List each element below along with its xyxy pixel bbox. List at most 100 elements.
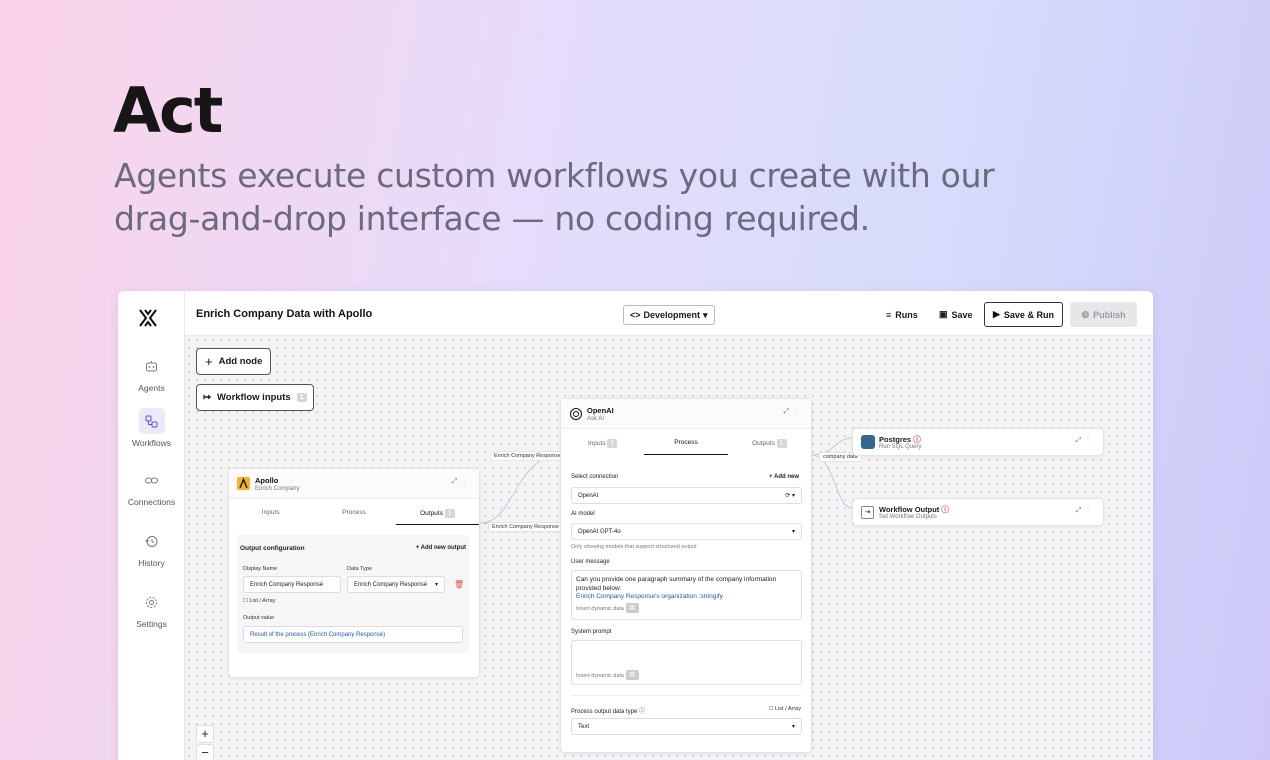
save-button[interactable]: ▣ Save: [931, 302, 981, 327]
node-subtitle: Run SQL Query: [879, 444, 922, 450]
tab-process[interactable]: Process: [644, 429, 728, 455]
output-value-field[interactable]: Result of the process (Enrich Company Re…: [243, 626, 463, 643]
section-title: Output configuration: [240, 545, 305, 552]
node-title: OpenAI: [587, 406, 614, 415]
node-actions[interactable]: ⤢⋮: [1076, 507, 1095, 515]
chevron-down-icon: ▾: [791, 529, 795, 535]
node-actions[interactable]: ⤢⋮: [452, 478, 471, 486]
runs-label: Runs: [895, 309, 918, 320]
tab-process[interactable]: Process: [312, 499, 395, 525]
display-name-field[interactable]: Enrich Company Response: [243, 576, 341, 593]
info-icon: ⓘ: [639, 709, 646, 715]
insert-dynamic-button[interactable]: Insert dynamic data ⌘: [576, 603, 797, 613]
chevron-down-icon: ⟳ ▾: [785, 493, 795, 499]
publish-button[interactable]: ◍ Publish: [1070, 302, 1137, 327]
topbar: Enrich Company Data with Apollo <> Devel…: [185, 291, 1153, 336]
node-subtitle: Set Workflow Outputs: [879, 514, 937, 520]
add-new-link[interactable]: + Add new: [769, 474, 799, 480]
ai-model-label: AI model: [571, 511, 595, 517]
sidebar-item-history[interactable]: History: [118, 528, 185, 568]
node-title: Apollo: [255, 476, 279, 485]
sidebar-item-workflows[interactable]: Workflows: [118, 408, 185, 448]
select-connection-label: Select connection: [571, 474, 619, 480]
globe-icon: ◍: [1081, 309, 1090, 319]
workflow-output-node[interactable]: ⇥ Workflow Output ⓘ Set Workflow Outputs…: [852, 498, 1104, 526]
display-name-label: Display Name: [243, 566, 278, 572]
ai-model-select[interactable]: OpenAI GPT-4o ▾: [571, 523, 802, 540]
bot-icon: [139, 353, 165, 379]
node-tabs: Inputs 1 Process Outputs 1: [561, 429, 811, 455]
logo-icon: [139, 309, 157, 327]
workflow-icon: [138, 408, 165, 434]
environment-label: Development: [643, 310, 701, 320]
save-and-run-button[interactable]: ▶ Save & Run: [984, 302, 1063, 327]
data-type-select[interactable]: Enrich Company Response ▾: [347, 576, 445, 593]
connection-select[interactable]: OpenAI ⟳ ▾: [571, 487, 802, 504]
sidebar: Agents Workflows Connections History Set…: [118, 291, 185, 760]
data-type-label: Data Type: [347, 566, 372, 572]
sidebar-item-label: Workflows: [131, 438, 172, 448]
add-node-label: Add node: [218, 356, 263, 367]
zoom-out-button[interactable]: −: [196, 744, 214, 760]
dynamic-variable: Enrich Company Response's organization :…: [576, 593, 723, 600]
user-message-label: User message: [571, 559, 610, 565]
zoom-in-button[interactable]: +: [196, 725, 214, 743]
tab-inputs[interactable]: Inputs 1: [561, 429, 644, 455]
divider: [571, 695, 801, 696]
node-actions[interactable]: ⤢⋮: [1076, 437, 1095, 445]
tab-outputs[interactable]: Outputs 1: [395, 499, 479, 525]
chevron-down-icon: ▾: [434, 582, 438, 588]
environment-select[interactable]: <> Development ▾: [623, 305, 715, 325]
save-label: Save: [951, 309, 973, 320]
node-tabs: Inputs Process Outputs 1: [229, 499, 479, 525]
list-array-checkbox[interactable]: ☐ List / Array: [243, 598, 275, 604]
workflow-title: Enrich Company Data with Apollo: [196, 308, 373, 320]
chevron-down-icon: ▾: [791, 724, 795, 730]
apollo-icon: [237, 477, 250, 490]
trash-icon[interactable]: 🗑: [454, 580, 464, 589]
sidebar-item-label: History: [138, 558, 165, 568]
workflow-canvas[interactable]: + Add node ↦ Workflow inputs 1 Enrich Co…: [185, 336, 1153, 760]
apollo-node[interactable]: Apollo Enrich Company ⤢⋮ Inputs Process …: [228, 468, 480, 678]
plus-icon: +: [205, 354, 213, 369]
sidebar-item-settings[interactable]: Settings: [118, 589, 185, 629]
openai-node[interactable]: OpenAI Ask AI ⤢⋮ Inputs 1 Process Output…: [560, 398, 812, 753]
sidebar-item-agents[interactable]: Agents: [118, 353, 185, 393]
add-node-button[interactable]: + Add node: [196, 348, 272, 375]
workflow-inputs-button[interactable]: ↦ Workflow inputs 1: [196, 384, 314, 411]
hero-title: Act: [113, 74, 223, 147]
node-actions[interactable]: ⤢⋮: [784, 408, 803, 416]
postgres-node[interactable]: Postgres ⓘ Run SQL Query ⤢⋮: [852, 428, 1104, 456]
user-message-field[interactable]: Can you provide one paragraph summary of…: [571, 570, 802, 620]
warning-icon: ⓘ: [913, 435, 921, 444]
edge-label: Enrich Company Response: [488, 522, 563, 532]
insert-dynamic-button[interactable]: Insert dynamic data ⌘: [576, 670, 639, 680]
link-icon: [139, 467, 165, 493]
system-prompt-label: System prompt: [571, 629, 612, 635]
workflow-inputs-label: Workflow inputs: [216, 392, 291, 403]
add-output-link[interactable]: + Add new output: [416, 545, 466, 551]
tab-outputs[interactable]: Outputs 1: [728, 429, 811, 455]
warning-icon: ⓘ: [941, 505, 949, 514]
code-icon: <>: [630, 310, 641, 320]
list-icon: ≡: [886, 309, 892, 320]
save-icon: ▣: [939, 309, 948, 319]
list-array-checkbox[interactable]: ☐ List / Array: [769, 706, 801, 712]
tab-inputs[interactable]: Inputs: [229, 499, 312, 525]
sidebar-item-label: Settings: [136, 619, 167, 629]
output-value-label: Output value: [243, 615, 275, 621]
system-prompt-field[interactable]: Insert dynamic data ⌘: [571, 640, 802, 685]
sidebar-item-label: Connections: [127, 497, 176, 507]
more-icon: ⋮: [795, 408, 803, 415]
save-run-label: Save & Run: [1003, 309, 1054, 320]
runs-button[interactable]: ≡ Runs: [878, 302, 926, 327]
app-window: Agents Workflows Connections History Set…: [118, 291, 1153, 760]
sidebar-item-connections[interactable]: Connections: [118, 467, 185, 507]
expand-icon: ⤢: [451, 478, 464, 485]
expand-icon: ⤢: [783, 408, 796, 415]
output-type-select[interactable]: Text ▾: [571, 718, 802, 735]
chevron-down-icon: ▾: [703, 309, 708, 320]
history-icon: [139, 528, 165, 554]
postgres-icon: [861, 435, 875, 449]
play-icon: ▶: [993, 309, 1000, 319]
